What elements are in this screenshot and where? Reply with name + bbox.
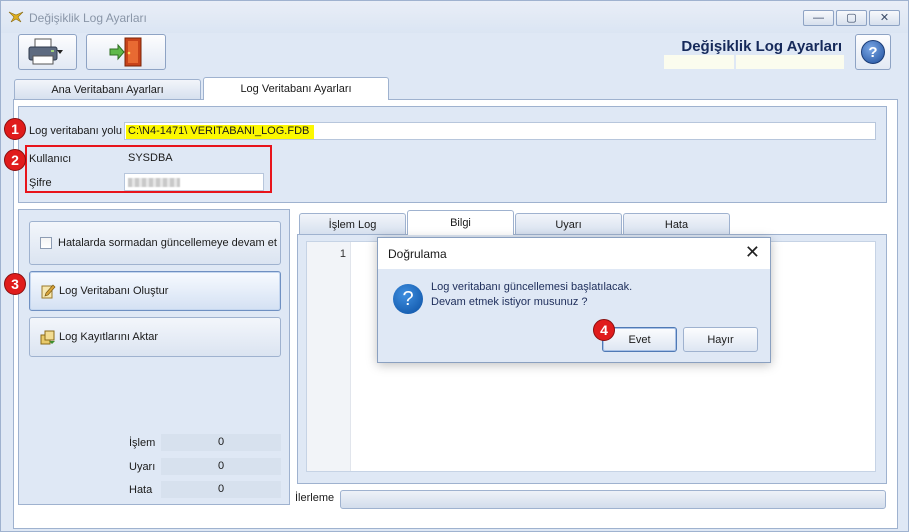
dialog-message-line1: Log veritabanı güncellemesi başlatılacak… [431,281,633,293]
header-info-boxes [664,55,844,69]
stat-hata-label: Hata [129,484,153,496]
minimize-button[interactable]: — [803,10,834,26]
tab-label: Uyarı [555,218,582,231]
help-icon: ? [861,40,885,64]
tab-label: Hata [664,218,689,231]
tab-uyari[interactable]: Uyarı [515,213,622,235]
no-label: Hayır [707,333,734,346]
highlight-frame-path [25,118,315,141]
tab-label: Ana Veritabanı Ayarları [51,84,164,96]
checkbox-label: Hatalarda sormadan güncellemeye devam et [58,237,277,249]
line-number: 1 [339,248,346,260]
dialog-title: Doğrulama [388,247,447,261]
continue-on-error-checkbox[interactable] [40,237,52,249]
app-icon [8,11,24,23]
tab-islem-log[interactable]: İşlem Log [299,213,406,235]
stat-uyari-value: 0 [161,458,281,475]
step-marker-1: 1 [4,118,26,140]
confirm-dialog: Doğrulama ✕ ? Log veritabanı güncellemes… [377,237,771,363]
stat-islem-label: İşlem [129,437,156,449]
tab-bilgi[interactable]: Bilgi [407,210,514,235]
stat-uyari-label: Uyarı [129,461,156,473]
header-title: Değişiklik Log Ayarları [681,38,842,55]
stat-hata-value: 0 [161,481,281,498]
no-button[interactable]: Hayır [683,327,758,352]
close-icon: ✕ [879,11,890,24]
step-marker-2: 2 [4,149,26,171]
tab-ana-veritabani[interactable]: Ana Veritabanı Ayarları [14,79,201,100]
line-number-gutter: 1 [307,242,351,471]
edit-document-icon [41,284,56,299]
yes-label: Evet [628,333,651,346]
tab-label: Log Veritabanı Ayarları [240,83,352,95]
create-log-db-button[interactable]: Log Veritabanı Oluştur [29,271,281,311]
tab-label: İşlem Log [328,218,377,231]
progress-bar [340,490,886,509]
transfer-log-records-label: Log Kayıtlarını Aktar [59,331,159,343]
dialog-message-line2: Devam etmek istiyor musunuz ? [431,296,588,308]
dialog-close-icon[interactable]: ✕ [745,242,760,263]
continue-on-error-option[interactable]: Hatalarda sormadan güncellemeye devam et [29,221,281,265]
print-button[interactable] [18,34,77,70]
help-button[interactable]: ? [855,34,891,70]
title-bar[interactable]: Değişiklik Log Ayarları — ▢ ✕ [1,1,908,33]
maximize-button[interactable]: ▢ [836,10,867,26]
highlight-frame-credentials [25,145,272,193]
main-window: Değişiklik Log Ayarları — ▢ ✕ Değişiklik… [0,0,909,532]
step-marker-4: 4 [593,319,615,341]
question-icon: ? [393,284,423,314]
transfer-log-records-button[interactable]: Log Kayıtlarını Aktar [29,317,281,357]
exit-button[interactable] [86,34,166,70]
minimize-icon: — [813,11,824,24]
create-log-db-label: Log Veritabanı Oluştur [59,285,169,297]
transfer-records-icon [40,330,55,345]
exit-door-icon [109,37,142,67]
maximize-icon: ▢ [846,11,857,24]
tab-hata[interactable]: Hata [623,213,730,235]
window-title: Değişiklik Log Ayarları [29,11,147,25]
printer-icon [28,38,63,65]
step-marker-3: 3 [4,273,26,295]
close-button[interactable]: ✕ [869,10,900,26]
tab-log-veritabani[interactable]: Log Veritabanı Ayarları [203,77,389,100]
progress-label: İlerleme [295,492,335,504]
toolbar: Değişiklik Log Ayarları ? [1,33,908,75]
tab-label: Bilgi [450,217,471,229]
stat-islem-value: 0 [161,434,281,451]
